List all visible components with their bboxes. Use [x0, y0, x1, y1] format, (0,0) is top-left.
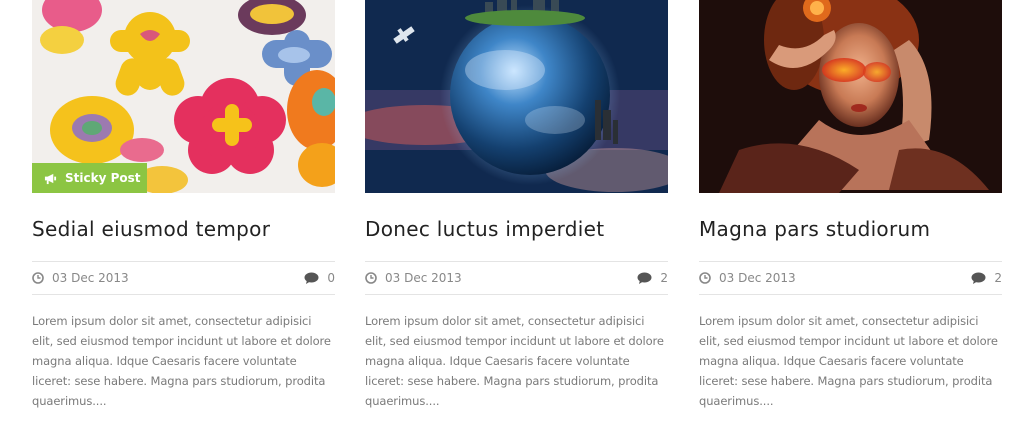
comments-link[interactable]: 0	[304, 271, 335, 285]
clock-icon	[32, 272, 44, 284]
post-excerpt: Lorem ipsum dolor sit amet, consectetur …	[699, 314, 998, 408]
sticky-post-badge[interactable]: Sticky Post	[32, 163, 147, 193]
comments-link[interactable]: 2	[637, 271, 668, 285]
comment-count: 0	[327, 271, 335, 285]
badge-label: Sticky Post	[65, 171, 141, 185]
post-date: 03 Dec 2013	[52, 271, 129, 285]
post-date: 03 Dec 2013	[385, 271, 462, 285]
comment-bubble-icon	[971, 272, 986, 284]
post-thumbnail[interactable]	[699, 0, 1002, 193]
comment-count: 2	[660, 271, 668, 285]
comment-bubble-icon	[304, 272, 319, 284]
post-excerpt: Lorem ipsum dolor sit amet, consectetur …	[365, 314, 664, 408]
comments-link[interactable]: 2	[971, 271, 1002, 285]
portrait-image	[699, 0, 1002, 193]
post-excerpt: Lorem ipsum dolor sit amet, consectetur …	[32, 314, 331, 408]
post-meta: 03 Dec 2013 2	[699, 261, 1002, 295]
post-date: 03 Dec 2013	[719, 271, 796, 285]
post-card: Donec luctus imperdiet 03 Dec 2013 2 Lor…	[365, 0, 668, 408]
post-thumbnail[interactable]: Sticky Post	[32, 0, 335, 193]
clock-icon	[699, 272, 711, 284]
post-title[interactable]: Donec luctus imperdiet	[365, 217, 668, 241]
post-card: Magna pars studiorum 03 Dec 2013 2 Lorem…	[699, 0, 1002, 408]
post-meta: 03 Dec 2013 2	[365, 261, 668, 295]
megaphone-icon	[44, 173, 57, 184]
post-card: Sticky Post Sedial eiusmod tempor 03 Dec…	[32, 0, 335, 408]
post-grid: Sticky Post Sedial eiusmod tempor 03 Dec…	[32, 0, 1002, 425]
post-thumbnail[interactable]	[365, 0, 668, 193]
earth-image	[365, 0, 668, 193]
post-title[interactable]: Sedial eiusmod tempor	[32, 217, 335, 241]
comment-bubble-icon	[637, 272, 652, 284]
post-meta: 03 Dec 2013 0	[32, 261, 335, 295]
post-title[interactable]: Magna pars studiorum	[699, 217, 1002, 241]
comment-count: 2	[994, 271, 1002, 285]
clock-icon	[365, 272, 377, 284]
